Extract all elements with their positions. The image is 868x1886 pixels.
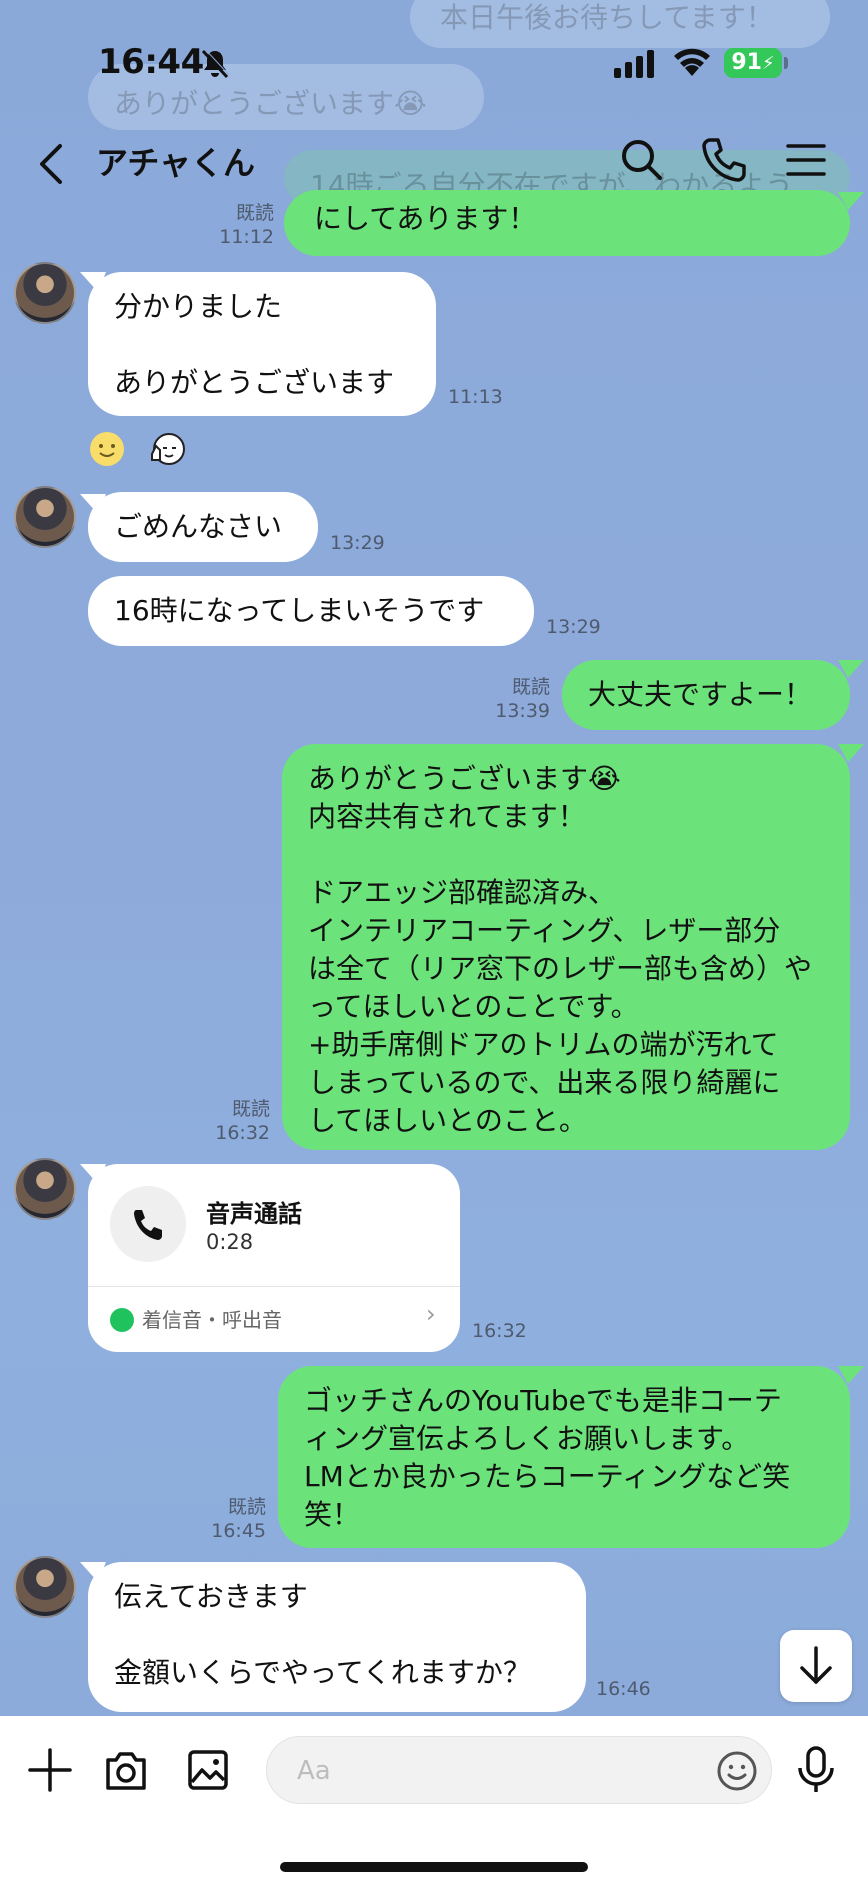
voice-call-card[interactable]: 音声通話 0:28 着信音・呼出音 › <box>88 1164 460 1352</box>
read-receipt: 既読 <box>235 202 274 224</box>
read-receipt: 既読 <box>227 1496 266 1518</box>
bubble-tail <box>838 192 864 210</box>
arrow-down-icon <box>800 1646 832 1684</box>
message-time: 11:13 <box>448 386 503 408</box>
chevron-right-icon: › <box>426 1300 436 1328</box>
chat-screen: 本日午後お待ちしてます！ ありがとうございます😭 14時ごろ自分不在ですが、わか… <box>0 0 868 1886</box>
back-icon[interactable] <box>30 134 74 194</box>
message-input-container <box>266 1736 772 1804</box>
wifi-icon <box>674 48 710 76</box>
avatar[interactable] <box>14 1556 76 1618</box>
status-bar: 16:44 91⚡ <box>0 0 868 120</box>
outgoing-message-bubble[interactable]: 大丈夫ですよー！ <box>562 660 850 730</box>
chat-title: アチャくん <box>96 144 256 182</box>
call-title: 音声通話 <box>206 1200 302 1228</box>
battery-cap <box>784 57 788 69</box>
message-time: 13:29 <box>546 616 601 638</box>
incoming-message-bubble[interactable]: 分かりました ありがとうございます <box>88 272 436 416</box>
charging-bolt-icon: ⚡ <box>761 53 775 74</box>
emoji-icon[interactable] <box>715 1749 759 1793</box>
message-time: 16:46 <box>596 1678 651 1700</box>
image-icon[interactable] <box>182 1744 234 1796</box>
call-duration: 0:28 <box>206 1230 254 1254</box>
mic-icon[interactable] <box>790 1744 842 1796</box>
outgoing-message-bubble[interactable]: ゴッチさんのYouTubeでも是非コーテ ィング宣伝よろしくお願いします。 LM… <box>278 1366 850 1548</box>
phone-icon[interactable] <box>694 130 754 190</box>
bubble-tail <box>838 1366 864 1384</box>
avatar[interactable] <box>14 1158 76 1220</box>
message-time: 13:29 <box>330 532 385 554</box>
message-time: 11:12 <box>219 226 274 248</box>
smile-reaction-icon[interactable] <box>88 430 126 468</box>
message-time: 16:32 <box>215 1122 270 1144</box>
search-icon[interactable] <box>612 130 672 190</box>
home-indicator <box>280 1862 588 1872</box>
phone-icon <box>134 1210 162 1240</box>
bubble-tail <box>838 744 864 762</box>
ringtone-label: 着信音・呼出音 <box>142 1308 282 1332</box>
thumbs-up-sticker-icon[interactable] <box>148 430 186 468</box>
cellular-signal-icon <box>614 50 654 78</box>
read-receipt: 既読 <box>231 1098 270 1120</box>
outgoing-message-bubble[interactable]: にしてあります！ <box>284 190 850 256</box>
avatar[interactable] <box>14 262 76 324</box>
incoming-message-bubble[interactable]: 16時になってしまいそうです <box>88 576 534 646</box>
avatar[interactable] <box>14 486 76 548</box>
scroll-to-bottom-button[interactable] <box>780 1630 852 1702</box>
music-note-icon <box>110 1308 134 1332</box>
menu-icon[interactable] <box>776 130 836 190</box>
read-receipt: 既読 <box>511 676 550 698</box>
call-icon-circle <box>110 1186 186 1262</box>
message-time: 13:39 <box>495 700 550 722</box>
composer-bar <box>0 1716 868 1886</box>
outgoing-message-bubble[interactable]: ありがとうございます😭 内容共有されてます！ ドアエッジ部確認済み、 インテリア… <box>282 744 850 1150</box>
incoming-message-bubble[interactable]: 伝えておきます 金額いくらでやってくれますか？ <box>88 1562 586 1712</box>
bubble-tail <box>838 660 864 678</box>
message-input[interactable] <box>297 1749 677 1793</box>
message-time: 16:32 <box>472 1320 527 1342</box>
battery-level: 91 <box>731 50 762 75</box>
divider <box>88 1286 460 1287</box>
message-time: 16:45 <box>211 1520 266 1542</box>
camera-icon[interactable] <box>100 1744 152 1796</box>
ringtone-link[interactable]: 着信音・呼出音 <box>110 1304 282 1333</box>
plus-icon[interactable] <box>24 1744 76 1796</box>
mute-bell-icon <box>201 48 230 79</box>
incoming-message-bubble[interactable]: ごめんなさい <box>88 492 318 562</box>
battery-indicator: 91⚡ <box>724 48 782 78</box>
status-time: 16:44 <box>98 42 204 82</box>
